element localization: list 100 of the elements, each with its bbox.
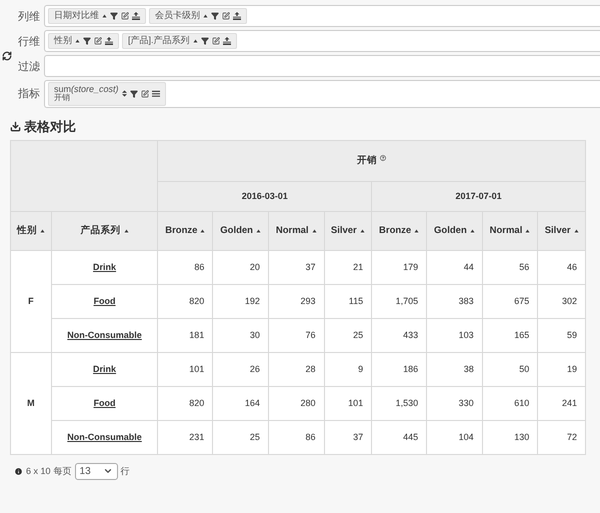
caret-up-icon[interactable] (312, 228, 317, 233)
stack-icon[interactable] (233, 12, 241, 20)
product-link[interactable]: Food (94, 296, 116, 306)
table-cell: 28 (268, 352, 324, 386)
caret-up-icon[interactable] (414, 228, 420, 233)
table-cell: 25 (212, 420, 268, 454)
caret-up-icon[interactable] (525, 228, 530, 233)
product-link[interactable]: Drink (93, 364, 116, 374)
stack-icon[interactable] (105, 37, 113, 45)
table-cell: 293 (268, 284, 324, 318)
help-icon[interactable] (380, 154, 386, 161)
table-cell: 445 (372, 420, 427, 454)
table-cell: 130 (482, 420, 538, 454)
swap-icon[interactable] (2, 51, 12, 62)
drop-zone[interactable]: 日期对比维 会员卡级别 (44, 5, 600, 27)
tag-label: [产品].产品系列 (128, 36, 190, 46)
edit-icon[interactable] (212, 37, 220, 45)
field-tag[interactable]: 性别 (48, 33, 119, 49)
table-cell: 280 (268, 386, 324, 420)
table-cell: 20 (212, 250, 268, 284)
caret-up-icon[interactable] (192, 39, 198, 43)
download-icon[interactable] (10, 121, 21, 132)
filter-icon[interactable] (211, 12, 219, 20)
caret-up-icon[interactable] (203, 14, 208, 18)
stack-icon[interactable] (222, 37, 231, 45)
caret-up-icon[interactable] (75, 39, 80, 43)
tag-sublabel: 开销 (54, 94, 71, 103)
caret-up-icon[interactable] (40, 228, 45, 233)
table-cell: 179 (372, 250, 427, 284)
table-cell: 1,530 (372, 386, 427, 420)
table-cell: 44 (426, 250, 482, 284)
filter-icon[interactable] (83, 37, 91, 45)
table-cell: 25 (324, 318, 372, 352)
field-label: 指标 (17, 87, 41, 102)
filter-icon[interactable] (130, 90, 138, 98)
table-cell: 59 (538, 318, 586, 352)
date-header: 2016-03-01 (158, 181, 372, 212)
table-cell: 50 (482, 352, 538, 386)
group-cell: M (10, 352, 52, 454)
edit-icon[interactable] (94, 37, 102, 45)
section-title: 表格对比 (24, 118, 76, 136)
caret-up-icon[interactable] (256, 228, 261, 233)
field-tag[interactable]: [产品].产品系列 (122, 33, 237, 49)
table-cell: 181 (158, 318, 213, 352)
table-cell: 1,705 (372, 284, 427, 318)
group-cell: F (10, 250, 52, 352)
page-size-select[interactable]: 13 (74, 462, 118, 480)
product-link[interactable]: Drink (93, 262, 116, 272)
caret-up-icon[interactable] (124, 228, 129, 233)
table-cell: 30 (212, 318, 268, 352)
per-page-label: 每页 (54, 464, 72, 478)
table-cell: 38 (426, 352, 482, 386)
filter-icon[interactable] (200, 37, 209, 45)
table-cell: 610 (482, 386, 538, 420)
measure-label: 开销 (357, 154, 378, 168)
table-cell: 115 (324, 284, 372, 318)
drop-zone[interactable]: 性别 [产品].产品系列 (44, 30, 600, 52)
table-cell: 86 (158, 250, 213, 284)
field-tag[interactable]: sum(store_cost) 开销 (48, 82, 166, 106)
column-header[interactable]: 产品系列 (80, 224, 129, 238)
table-cell: 56 (482, 250, 538, 284)
tag-label: sum(store_cost) (54, 85, 119, 94)
info-icon (14, 466, 23, 476)
table-cell: 231 (158, 420, 213, 454)
caret-up-icon[interactable] (200, 228, 206, 233)
table-cell: 103 (426, 318, 482, 352)
table-cell: 186 (372, 352, 427, 386)
caret-up-icon[interactable] (574, 228, 579, 233)
edit-icon[interactable] (121, 12, 129, 20)
table-cell: 241 (538, 386, 586, 420)
table-cell: 675 (482, 284, 538, 318)
table-cell: 820 (158, 284, 213, 318)
table-cell: 165 (482, 318, 538, 352)
field-label: 列维 (17, 10, 41, 24)
table-size: 6 x 10 (26, 466, 51, 476)
edit-icon[interactable] (140, 90, 149, 98)
product-link[interactable]: Food (94, 398, 116, 408)
table-cell: 76 (268, 318, 324, 352)
sort-icon[interactable] (122, 90, 127, 98)
caret-up-icon[interactable] (102, 14, 107, 18)
field-tag[interactable]: 会员卡级别 (149, 8, 247, 24)
table-cell: 164 (212, 386, 268, 420)
table-cell: 820 (158, 386, 213, 420)
table-cell: 19 (538, 352, 586, 386)
tag-label: 日期对比维 (54, 11, 99, 21)
table-cell: 26 (212, 352, 268, 386)
table-cell: 101 (158, 352, 213, 386)
field-label: 行维 (17, 34, 41, 48)
caret-up-icon[interactable] (470, 228, 475, 233)
edit-icon[interactable] (222, 12, 230, 20)
drop-zone[interactable]: sum(store_cost) 开销 (44, 80, 600, 108)
table-cell: 383 (426, 284, 482, 318)
filter-icon[interactable] (110, 12, 118, 20)
list-icon[interactable] (152, 90, 160, 98)
table-cell: 86 (268, 420, 324, 454)
table-cell: 46 (538, 250, 586, 284)
date-header: 2017-07-01 (372, 181, 586, 212)
field-tag[interactable]: 日期对比维 (48, 8, 146, 24)
stack-icon[interactable] (132, 12, 140, 20)
caret-up-icon[interactable] (360, 228, 365, 233)
